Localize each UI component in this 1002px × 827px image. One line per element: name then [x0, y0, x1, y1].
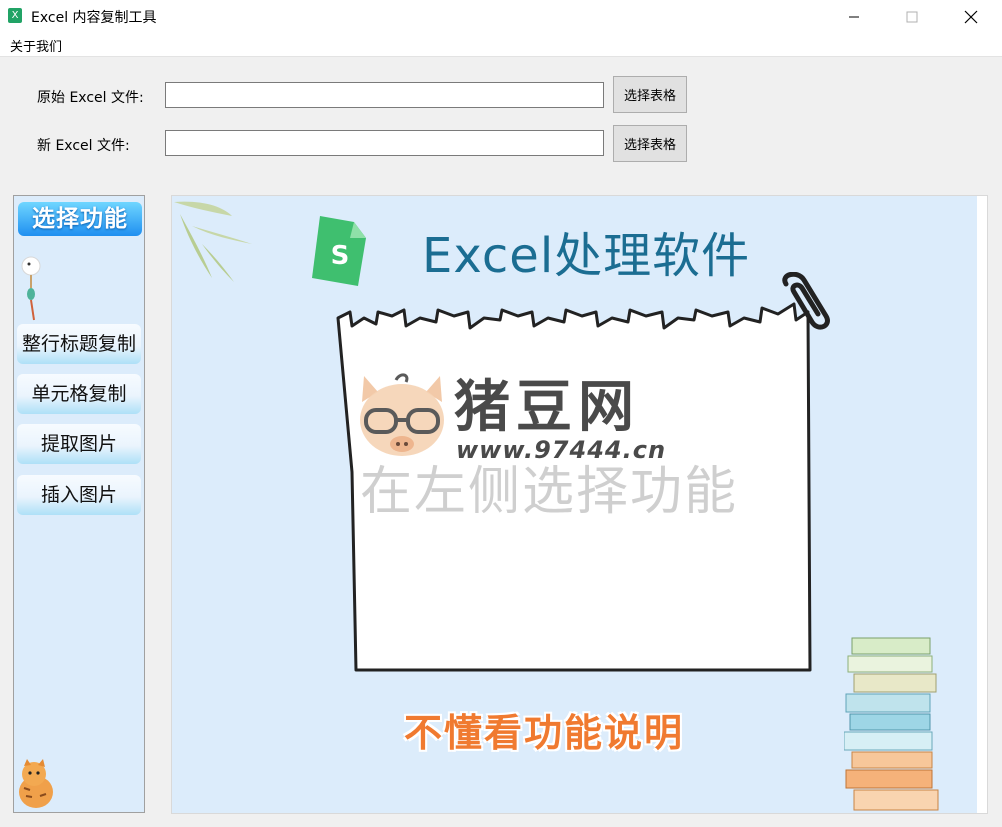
new-file-path-input[interactable] [165, 130, 604, 156]
minimize-icon [849, 16, 859, 17]
original-file-label: 原始 Excel 文件: [37, 90, 144, 106]
window-title: Excel 内容复制工具 [31, 10, 157, 26]
watermark-site-name: 猪豆网 [454, 375, 640, 440]
menu-bar: 关于我们 [0, 33, 1002, 57]
new-file-label: 新 Excel 文件: [37, 138, 130, 154]
menu-about-us[interactable]: 关于我们 [10, 36, 62, 55]
panel-right-border [977, 196, 987, 813]
func-copy-header-rows-button[interactable]: 整行标题复制 [17, 324, 141, 364]
func-copy-cells-button[interactable]: 单元格复制 [17, 374, 141, 414]
func-insert-images-button[interactable]: 插入图片 [17, 475, 141, 515]
original-file-path-input[interactable] [165, 82, 604, 108]
close-button[interactable] [948, 0, 994, 33]
pendant-icon [21, 256, 41, 321]
sidebar-title: 选择功能 [18, 202, 142, 236]
function-help-link[interactable]: 不懂看功能说明 [404, 702, 684, 757]
maximize-icon [906, 11, 918, 22]
maximize-button[interactable] [889, 0, 935, 33]
function-sidebar: 选择功能 整行标题复制 单元格复制 提取图片 插入图片 [13, 195, 145, 813]
select-original-file-button[interactable]: 选择表格 [613, 76, 687, 113]
excel-app-icon: X [8, 8, 22, 23]
tiger-icon [19, 759, 53, 808]
bamboo-leaf-icon [174, 201, 252, 282]
select-function-hint: 在左侧选择功能 [360, 462, 739, 522]
minimize-button[interactable] [831, 0, 877, 33]
close-icon [964, 10, 978, 23]
title-bar: X Excel 内容复制工具 [0, 0, 1002, 33]
sheet-badge-letter: S [331, 241, 350, 271]
func-extract-images-button[interactable]: 提取图片 [17, 424, 141, 464]
book-stack-icon [844, 637, 939, 811]
paper-clip-icon [782, 272, 830, 330]
main-display-panel: S Excel处理软件 猪豆网 www.97444.cn 在左侧选择功能 不懂看… [171, 195, 988, 814]
select-new-file-button[interactable]: 选择表格 [613, 125, 687, 162]
